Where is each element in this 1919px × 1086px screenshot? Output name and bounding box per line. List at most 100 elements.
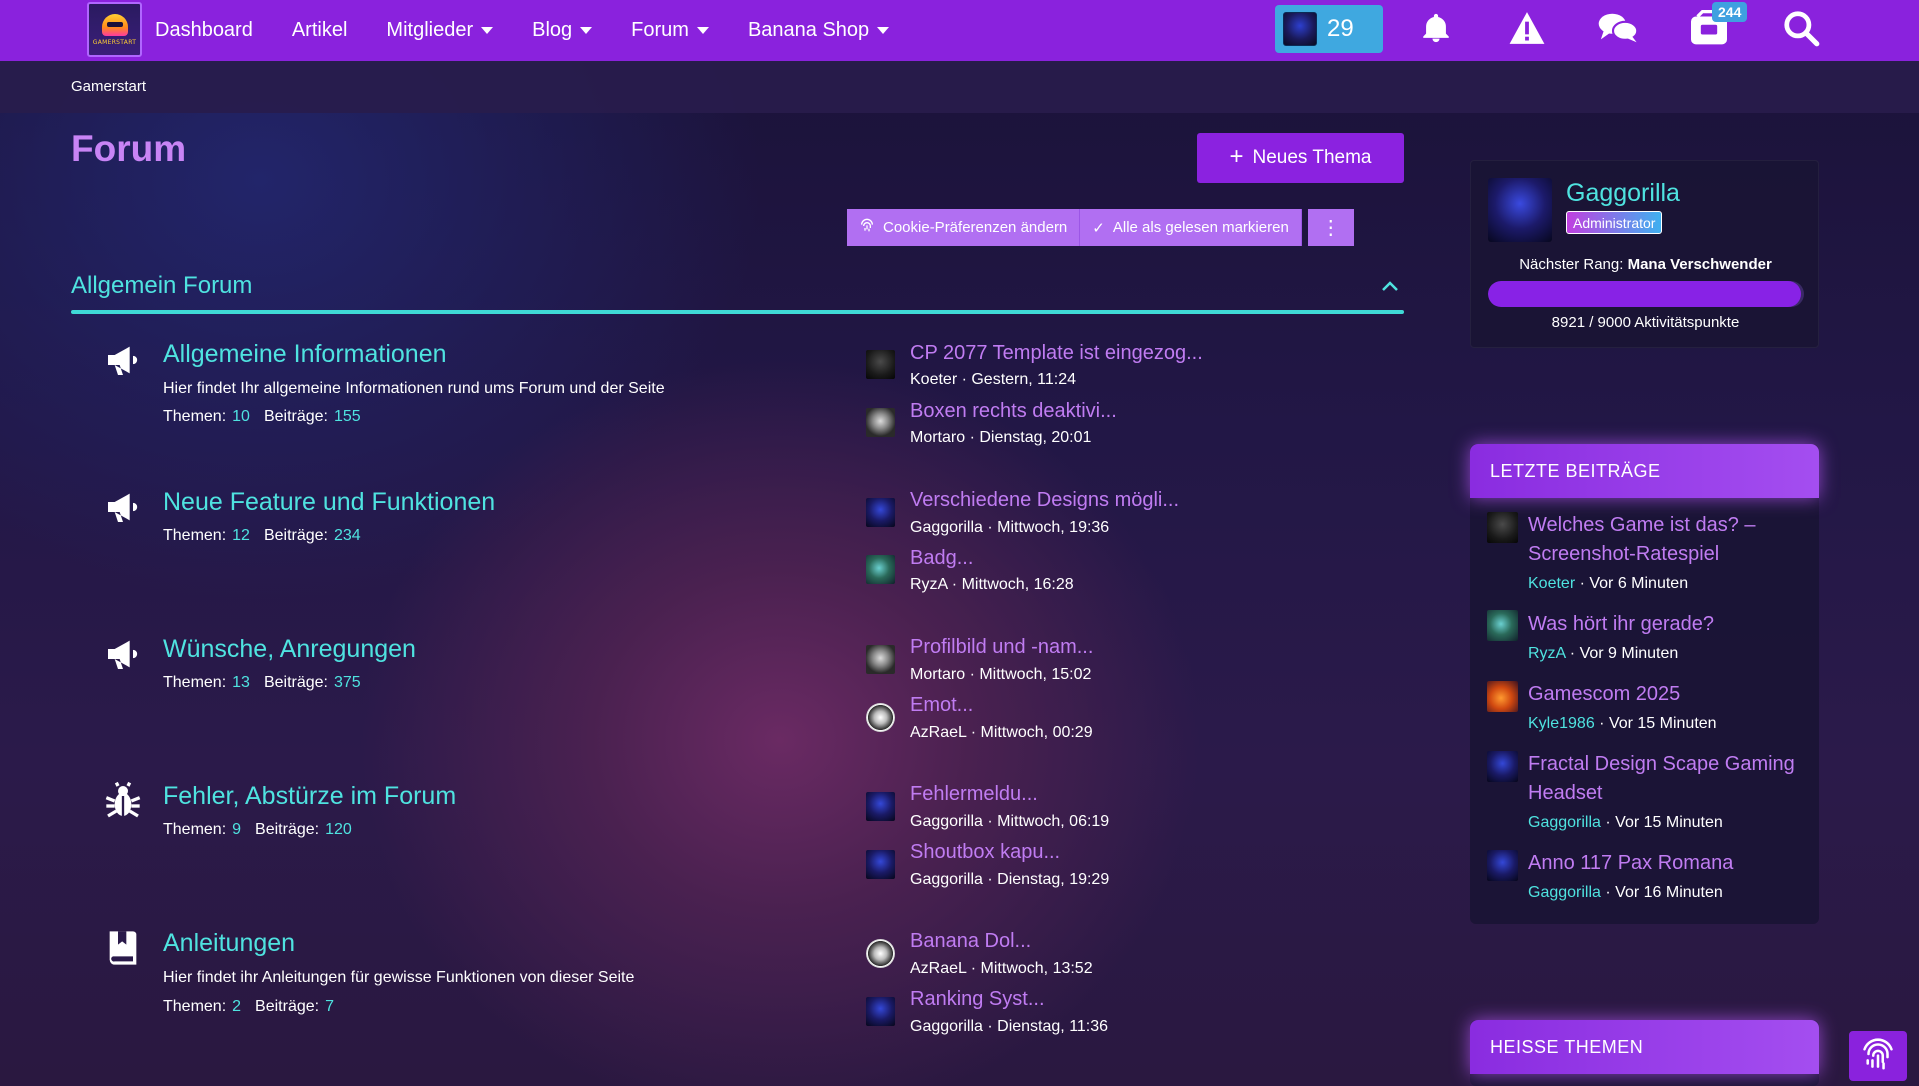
messages-badge: 244 [1712,2,1748,22]
warning-icon[interactable] [1507,8,1547,48]
user-points-button[interactable]: 29 [1275,5,1383,53]
hot-topics-box: HEISSE THEMEN [1470,1020,1819,1086]
last-post-meta: Gaggorilla · Mittwoch, 06:19 [910,813,1110,830]
latest-post-title[interactable]: Anno 117 Pax Romana [1528,849,1813,878]
forum-actions: Cookie-Präferenzen ändern ✓ Alle als gel… [847,209,1354,246]
cookie-settings-button[interactable] [1849,1031,1907,1081]
forum-title[interactable]: Wünsche, Anregungen [163,635,416,664]
last-post-title[interactable]: Fehlermeldu... [910,783,1038,806]
bell-icon[interactable] [1416,8,1456,48]
mark-all-read-button[interactable]: ✓ Alle als gelesen markieren [1080,209,1302,246]
last-post-meta: Koeter · Gestern, 11:24 [910,371,1077,388]
avatar[interactable] [866,350,895,379]
latest-post-title[interactable]: Fractal Design Scape Gaming Headset [1528,750,1813,808]
topics-label: Themen: [163,527,227,544]
mark-all-read-label: Alle als gelesen markieren [1112,219,1289,236]
post-author[interactable]: Koeter [1528,575,1575,592]
cookie-preferences-button[interactable]: Cookie-Präferenzen ändern [847,209,1081,246]
avatar[interactable] [1487,850,1518,881]
post-author[interactable]: Gaggorilla [1528,814,1601,831]
last-post-title[interactable]: Shoutbox kapu... [910,841,1060,864]
latest-posts-box: LETZTE BEITRÄGE Welches Game ist das? – … [1470,444,1819,924]
new-topic-label: Neues Thema [1252,147,1372,168]
latest-post-title[interactable]: Welches Game ist das? – Screenshot-Rates… [1528,511,1813,569]
forum-title[interactable]: Neue Feature und Funktionen [163,488,495,517]
topics-label: Themen: [163,821,227,838]
latest-post-title[interactable]: Gamescom 2025 [1528,680,1813,709]
avatar[interactable] [1488,178,1552,242]
post-author[interactable]: RyzA [1528,645,1565,662]
user-name[interactable]: Gaggorilla [1566,179,1680,208]
latest-post-meta: Kyle1986 · Vor 15 Minuten [1528,715,1717,732]
avatar[interactable] [866,555,895,584]
forum-title[interactable]: Allgemeine Informationen [163,340,447,369]
posts-count: 375 [333,674,361,691]
section-title[interactable]: Allgemein Forum [71,272,252,300]
last-post-title[interactable]: Ranking Syst... [910,988,1045,1011]
search-icon[interactable] [1781,8,1821,48]
section-divider [71,310,1404,314]
activity-points: 8921 / 9000 Aktivitätspunkte [1551,314,1740,331]
nav-artikel[interactable]: Artikel [292,19,348,42]
last-post-title[interactable]: CP 2077 Template ist eingezog... [910,342,1203,365]
forum-stats: Themen: 12 Beiträge: 234 [163,527,375,545]
last-post-meta: Mortaro · Dienstag, 20:01 [910,429,1092,446]
last-post-meta: Mortaro · Mittwoch, 15:02 [910,666,1092,683]
breadcrumb[interactable]: Gamerstart [71,78,146,95]
post-time: Vor 15 Minuten [1615,814,1723,831]
topics-count: 10 [232,408,250,425]
nav-blog[interactable]: Blog [532,19,593,42]
last-post-title[interactable]: Banana Dol... [910,930,1031,953]
chevron-up-icon[interactable] [1380,278,1400,297]
site-logo[interactable]: GAMERSTART [87,2,142,57]
avatar[interactable] [866,997,895,1026]
avatar[interactable] [866,645,895,674]
post-author[interactable]: Gaggorilla [1528,884,1601,901]
nav-artikel-label: Artikel [291,19,348,41]
nav-banana-shop[interactable]: Banana Shop [748,19,890,42]
nav-mitglieder[interactable]: Mitglieder [386,19,494,42]
forum-stats: Themen: 9 Beiträge: 120 [163,821,366,839]
avatar[interactable] [866,703,895,732]
plus-icon: + [1229,142,1244,170]
nav-forum[interactable]: Forum [631,19,709,42]
next-rank-label: Nächster Rang: [1519,256,1624,273]
last-post-title[interactable]: Emot... [910,694,973,717]
posts-label: Beiträge: [263,527,328,544]
role-badge: Administrator [1566,211,1663,234]
last-post-title[interactable]: Profilbild und -nam... [910,636,1093,659]
megaphone-icon [103,340,143,380]
nav-dashboard[interactable]: Dashboard [155,19,253,42]
avatar[interactable] [1487,512,1518,543]
last-post-title[interactable]: Verschiedene Designs mögli... [910,489,1179,512]
next-rank-value: Mana Verschwender [1627,256,1772,273]
avatar[interactable] [866,408,895,437]
chat-icon[interactable] [1598,8,1638,48]
avatar[interactable] [1487,610,1518,641]
avatar[interactable] [1487,751,1518,782]
avatar[interactable] [1487,681,1518,712]
avatar[interactable] [866,850,895,879]
forum-title[interactable]: Anleitungen [163,929,295,958]
posts-count: 234 [333,527,361,544]
forum-stats: Themen: 13 Beiträge: 375 [163,674,375,692]
avatar[interactable] [866,939,895,968]
chevron-down-icon [481,27,494,34]
forum-title[interactable]: Fehler, Abstürze im Forum [163,782,456,811]
bug-icon [103,781,143,821]
last-post-title[interactable]: Boxen rechts deaktivi... [910,400,1117,423]
check-icon: ✓ [1092,219,1105,237]
latest-post-meta: Koeter · Vor 6 Minuten [1528,575,1689,592]
avatar[interactable] [866,792,895,821]
avatar[interactable] [866,498,895,527]
post-author[interactable]: Kyle1986 [1528,715,1595,732]
rank-progress-fill [1488,281,1802,307]
latest-post-title[interactable]: Was hört ihr gerade? [1528,610,1813,639]
posts-count: 120 [325,821,352,838]
last-post-title[interactable]: Badg... [910,547,973,570]
more-options-icon: ⋮ [1320,217,1341,239]
new-topic-button[interactable]: + Neues Thema [1197,133,1404,183]
more-options-button[interactable]: ⋮ [1307,209,1354,246]
posts-label: Beiträge: [263,674,328,691]
logo-text: GAMERSTART [92,38,137,46]
